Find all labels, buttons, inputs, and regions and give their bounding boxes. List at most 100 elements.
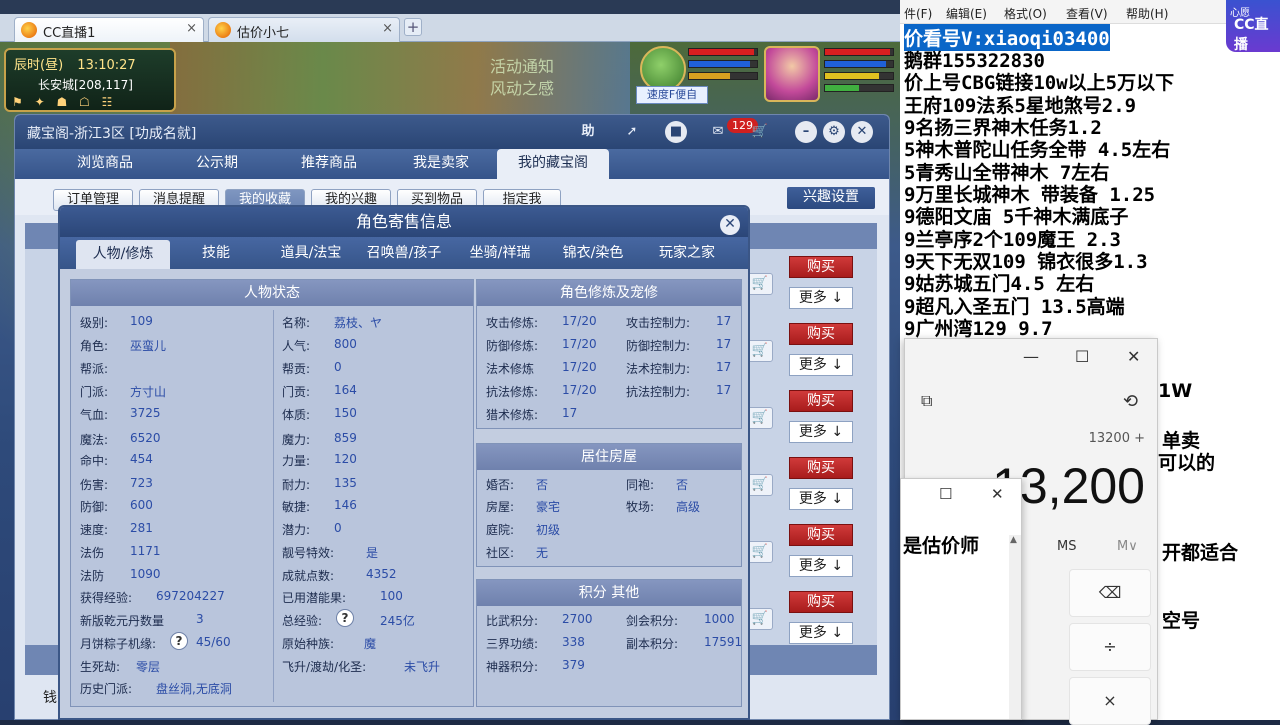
menu-format[interactable]: 格式(O)	[1004, 5, 1047, 22]
field-label: 力量:	[282, 454, 311, 468]
multiply-key[interactable]: ×	[1069, 677, 1151, 725]
scrollbar[interactable]: ▲	[1009, 535, 1021, 719]
close-icon[interactable]: ✕	[991, 485, 1004, 503]
history-icon[interactable]: ⟲	[1123, 391, 1138, 412]
nav-seller[interactable]: 我是卖家	[385, 149, 497, 179]
cart-icon[interactable]: 🛒	[747, 407, 773, 429]
buy-button[interactable]: 购买	[789, 390, 853, 412]
maximize-icon[interactable]: ☐	[939, 485, 952, 503]
field-label: 攻击控制力:	[626, 316, 691, 330]
tab-outfits[interactable]: 锦衣/染色	[548, 237, 638, 269]
field-value: 初级	[536, 523, 561, 537]
message-icon[interactable]: ✉	[707, 121, 729, 143]
buy-button[interactable]: 购买	[789, 457, 853, 479]
field-label: 婚否:	[486, 478, 515, 492]
nav-my-pavilion[interactable]: 我的藏宝阁	[497, 149, 609, 180]
settings-icon[interactable]: ⚙	[823, 121, 845, 143]
field-label: 靓号特效:	[282, 546, 335, 560]
menu-edit[interactable]: 编辑(E)	[946, 5, 987, 22]
hero-hp-bar	[824, 48, 894, 56]
dialog-close-icon[interactable]: ✕	[720, 215, 740, 235]
column-divider	[273, 310, 274, 702]
field-label: 命中:	[80, 454, 109, 468]
nav-browse[interactable]: 浏览商品	[49, 149, 161, 179]
buy-button[interactable]: 购买	[789, 524, 853, 546]
cart-icon[interactable]: 🛒	[749, 121, 771, 143]
divide-key[interactable]: ÷	[1069, 623, 1151, 671]
minimize-icon[interactable]: –	[795, 121, 817, 143]
more-button[interactable]: 更多 ↓	[789, 488, 853, 510]
cart-icon[interactable]: 🛒	[747, 541, 773, 563]
stop-icon[interactable]: ■	[665, 121, 687, 143]
cart-icon[interactable]: 🛒	[747, 340, 773, 362]
cart-icon[interactable]: 🛒	[747, 273, 773, 295]
close-tab-icon[interactable]: ×	[382, 21, 393, 36]
close-icon[interactable]: ✕	[851, 121, 873, 143]
hero-mp-bar	[824, 60, 894, 68]
field-label: 名称:	[282, 316, 311, 330]
new-tab-button[interactable]: +	[404, 18, 422, 36]
field-value: 245亿	[380, 614, 415, 628]
tab-cc-live[interactable]: CC直播1 ×	[14, 17, 204, 42]
interest-settings-button[interactable]: 兴趣设置	[787, 187, 875, 209]
quick-icons[interactable]: ⚑ ✦ ☗ ☖ ☷	[12, 95, 116, 109]
field-value: 荔枝、ヤ	[334, 316, 383, 330]
field-value: 高级	[676, 500, 701, 514]
more-button[interactable]: 更多 ↓	[789, 421, 853, 443]
memory-store-button[interactable]: MS	[1057, 539, 1076, 554]
backspace-key[interactable]: ⌫	[1069, 569, 1151, 617]
more-button[interactable]: 更多 ↓	[789, 287, 853, 309]
keep-on-top-icon[interactable]: ⧉	[921, 391, 932, 411]
field-value: 146	[334, 498, 357, 512]
tab-mounts[interactable]: 坐骑/祥瑞	[454, 237, 546, 269]
menu-file[interactable]: 件(F)	[904, 5, 932, 22]
memory-view-button[interactable]: M∨	[1117, 539, 1138, 554]
field-value: 0	[334, 360, 342, 374]
buy-button[interactable]: 购买	[789, 323, 853, 345]
help-icon[interactable]: ?	[170, 632, 188, 650]
help-icon[interactable]: ?	[336, 609, 354, 627]
nav-publicity[interactable]: 公示期	[161, 149, 273, 179]
field-label: 神器积分:	[486, 660, 539, 674]
notepad-fragment: 空号	[1162, 610, 1201, 632]
field-label: 帮派:	[80, 362, 109, 376]
hero-portrait[interactable]	[764, 46, 820, 102]
scene-text-line: 活动通知	[490, 57, 555, 76]
menu-view[interactable]: 查看(V)	[1066, 5, 1108, 22]
scene-overlay-text: 活动通知 风动之感	[490, 56, 554, 100]
browser-top-strip	[0, 0, 900, 14]
tab-appraiser[interactable]: 估价小七 ×	[208, 17, 400, 42]
close-tab-icon[interactable]: ×	[186, 21, 197, 36]
field-label: 原始种族:	[282, 637, 335, 651]
more-button[interactable]: 更多 ↓	[789, 354, 853, 376]
field-label: 房屋:	[486, 500, 515, 514]
more-button[interactable]: 更多 ↓	[789, 555, 853, 577]
more-button[interactable]: 更多 ↓	[789, 622, 853, 644]
cart-icon[interactable]: 🛒	[747, 608, 773, 630]
scroll-up-icon[interactable]: ▲	[1010, 535, 1017, 545]
buy-button[interactable]: 购买	[789, 591, 853, 613]
speed-button[interactable]: 速度F便自	[636, 86, 708, 104]
nav-recommended[interactable]: 推荐商品	[273, 149, 385, 179]
tab-skills[interactable]: 技能	[174, 237, 258, 269]
tab-items[interactable]: 道具/法宝	[264, 237, 358, 269]
tab-player-home[interactable]: 玩家之家	[642, 237, 732, 269]
field-label: 潜力:	[282, 523, 311, 537]
tab-pets[interactable]: 召唤兽/孩子	[358, 237, 450, 269]
menu-help[interactable]: 帮助(H)	[1126, 5, 1168, 22]
dialog-title: 角色寄售信息	[60, 207, 748, 237]
maximize-icon[interactable]: ☐	[1075, 347, 1089, 366]
share-icon[interactable]: ➚	[621, 121, 643, 143]
buy-button[interactable]: 购买	[789, 256, 853, 278]
cart-icon[interactable]: 🛒	[747, 474, 773, 496]
minimize-icon[interactable]: —	[1023, 347, 1039, 366]
field-value: 120	[334, 452, 357, 466]
close-icon[interactable]: ✕	[1127, 347, 1140, 366]
field-value: 4352	[366, 567, 397, 581]
help-button[interactable]: 助	[577, 121, 599, 143]
field-label: 速度:	[80, 523, 109, 537]
scene-background	[170, 42, 630, 114]
field-label: 已用潜能果:	[282, 591, 347, 605]
field-label: 攻击修炼:	[486, 316, 539, 330]
tab-character[interactable]: 人物/修炼	[76, 240, 170, 269]
